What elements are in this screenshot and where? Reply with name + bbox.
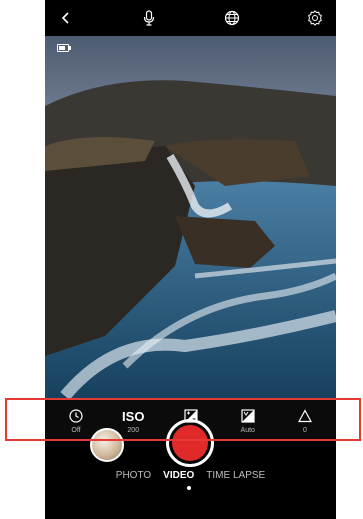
battery-icon — [57, 44, 71, 52]
mode-photo[interactable]: PHOTO — [116, 470, 151, 481]
top-toolbar — [45, 0, 336, 36]
back-icon[interactable] — [55, 7, 77, 29]
viewfinder-scene — [45, 36, 336, 400]
mode-time-lapse[interactable]: TIME LAPSE — [206, 470, 265, 481]
camera-viewfinder[interactable] — [45, 36, 336, 400]
capture-area: PHOTO VIDEO TIME LAPSE — [45, 419, 336, 519]
globe-icon[interactable] — [221, 7, 243, 29]
camera-app: Off ISO 200 0 — [45, 0, 336, 519]
microphone-icon[interactable] — [138, 7, 160, 29]
active-mode-indicator — [187, 486, 191, 490]
settings-gear-icon[interactable] — [304, 7, 326, 29]
mode-selector: PHOTO VIDEO TIME LAPSE — [45, 470, 336, 481]
controls-highlight-box — [5, 398, 361, 441]
mode-video[interactable]: VIDEO — [163, 470, 194, 481]
